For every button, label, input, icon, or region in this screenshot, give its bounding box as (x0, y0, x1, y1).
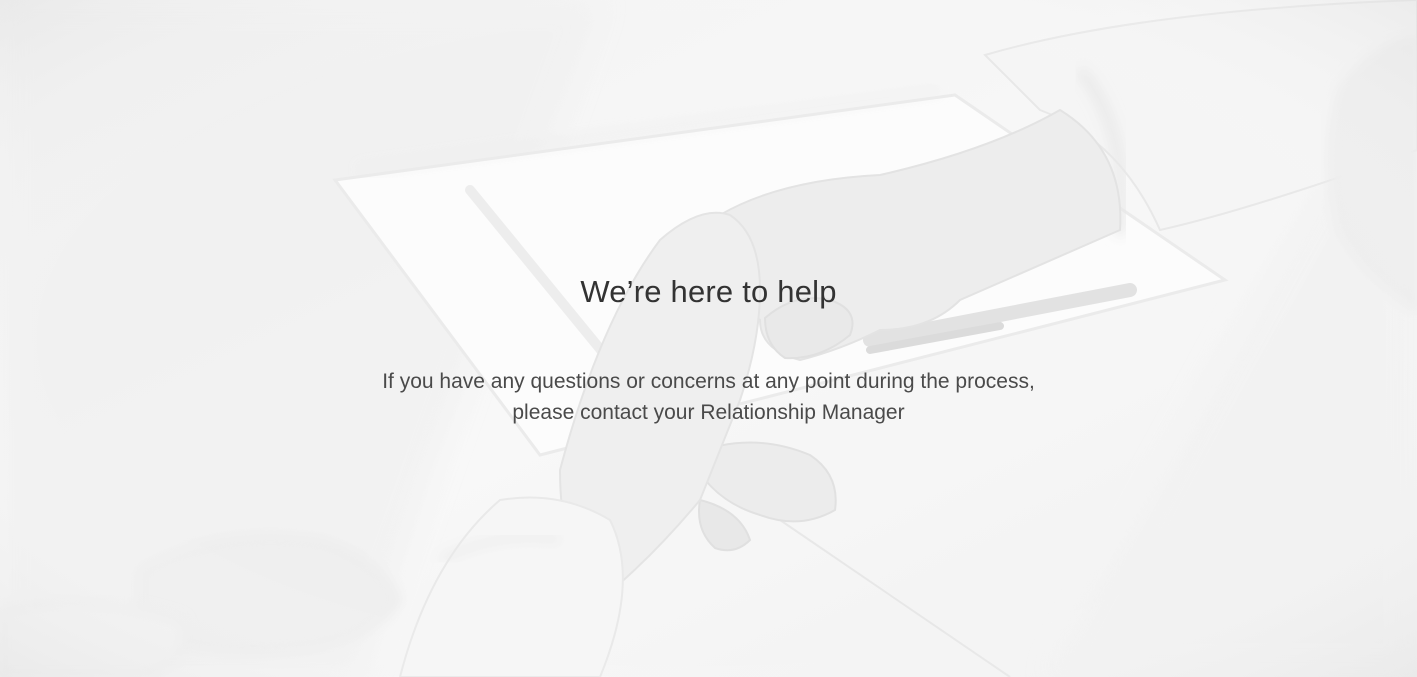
banner-content: We’re here to help If you have any quest… (0, 0, 1417, 677)
banner-description: If you have any questions or concerns at… (0, 366, 1417, 428)
help-banner: We’re here to help If you have any quest… (0, 0, 1417, 677)
banner-description-line-1: If you have any questions or concerns at… (382, 370, 1035, 393)
banner-title: We’re here to help (580, 274, 837, 309)
banner-description-line-2: please contact your Relationship Manager (512, 401, 905, 424)
